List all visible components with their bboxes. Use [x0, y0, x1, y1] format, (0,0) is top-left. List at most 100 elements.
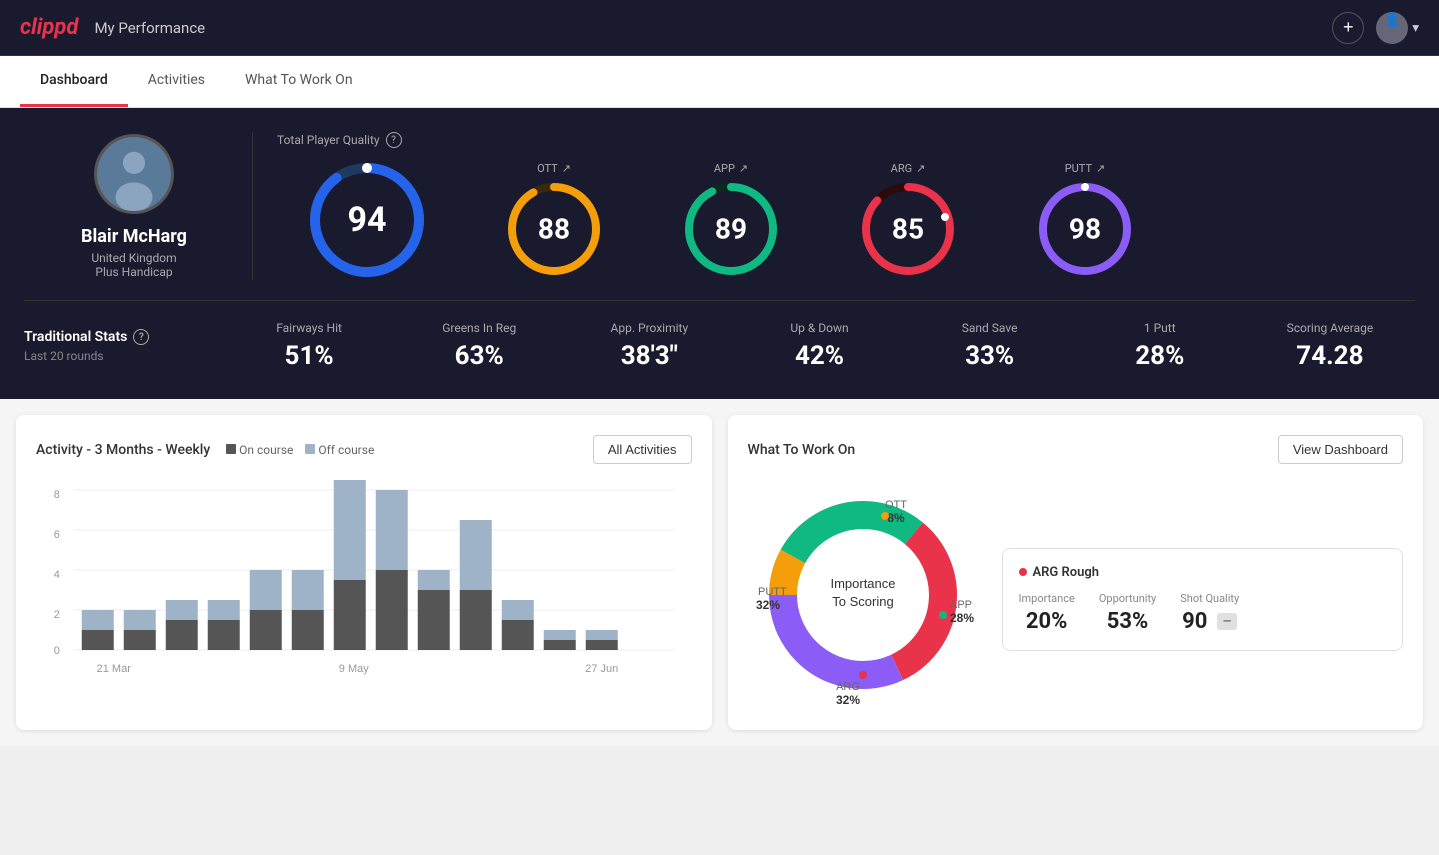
work-on-header: What To Work On View Dashboard — [748, 435, 1404, 464]
svg-text:21 Mar: 21 Mar — [97, 663, 132, 675]
stats-sub: Last 20 rounds — [24, 349, 224, 363]
player-country: United Kingdom — [91, 251, 176, 265]
putt-value: 98 — [1069, 212, 1101, 245]
svg-text:27 Jun: 27 Jun — [585, 663, 618, 675]
chart-area: 8 6 4 2 0 — [36, 480, 692, 680]
chart-legend: On course Off course — [226, 443, 374, 457]
svg-text:2: 2 — [54, 609, 60, 621]
svg-text:6: 6 — [54, 529, 60, 541]
stat-one-putt: 1 Putt 28% — [1075, 321, 1245, 371]
svg-text:9 May: 9 May — [339, 663, 369, 675]
stat-fairways: Fairways Hit 51% — [224, 321, 394, 371]
arg-circle: 85 — [858, 179, 958, 279]
svg-text:32%: 32% — [835, 693, 859, 707]
svg-text:PUTT: PUTT — [758, 586, 787, 598]
ott-score-item: OTT↗ 88 — [474, 162, 634, 279]
avatar — [94, 134, 174, 214]
stats-label: Traditional Stats ? — [24, 329, 224, 345]
svg-text:ARG: ARG — [836, 681, 860, 693]
work-on-content: Importance To Scoring OTT 8% APP 28% ARG… — [748, 480, 1404, 710]
svg-text:To Scoring: To Scoring — [832, 594, 893, 609]
metric-row: Importance 20% Opportunity 53% Shot Qual… — [1019, 592, 1387, 634]
work-on-title: What To Work On — [748, 442, 856, 458]
svg-text:0: 0 — [54, 645, 60, 657]
activity-chart-card: Activity - 3 Months - Weekly On course O… — [16, 415, 712, 730]
plus-icon: + — [1343, 17, 1354, 38]
putt-score-item: PUTT↗ 98 — [1005, 162, 1165, 279]
svg-text:8%: 8% — [887, 511, 905, 525]
svg-text:8: 8 — [54, 489, 60, 501]
hero-top: Blair McHarg United Kingdom Plus Handica… — [24, 132, 1415, 280]
on-course-dot — [226, 444, 236, 454]
player-handicap: Plus Handicap — [95, 265, 172, 279]
app-label: APP↗ — [714, 162, 748, 175]
scores-section: Total Player Quality ? 94 — [261, 132, 1415, 280]
total-quality-label: Total Player Quality ? — [277, 132, 1399, 148]
svg-text:OTT: OTT — [885, 499, 907, 511]
ott-circle: 88 — [504, 179, 604, 279]
stat-scoring: Scoring Average 74.28 — [1245, 321, 1415, 371]
bottom-section: Activity - 3 Months - Weekly On course O… — [0, 399, 1439, 746]
arg-score-item: ARG↗ 85 — [828, 162, 988, 279]
donut-chart: Importance To Scoring OTT 8% APP 28% ARG… — [748, 480, 978, 710]
header-left: clippd My Performance — [20, 15, 205, 40]
vertical-divider — [252, 132, 253, 280]
stat-greens: Greens In Reg 63% — [394, 321, 564, 371]
tab-what-to-work-on[interactable]: What To Work On — [225, 56, 373, 107]
total-quality-value: 94 — [347, 200, 386, 240]
header-title: My Performance — [94, 19, 205, 37]
ott-label: OTT↗ — [537, 162, 571, 175]
arg-label: ARG↗ — [891, 162, 926, 175]
avatar-button[interactable]: 👤 ▾ — [1376, 12, 1419, 44]
stat-sand: Sand Save 33% — [905, 321, 1075, 371]
total-quality-circle: 94 — [307, 160, 427, 280]
player-name: Blair McHarg — [81, 226, 187, 247]
work-on-card: What To Work On View Dashboard — [728, 415, 1424, 730]
header-right: + 👤 ▾ — [1332, 12, 1419, 44]
stats-label-group: Traditional Stats ? Last 20 rounds — [24, 329, 224, 363]
view-dashboard-button[interactable]: View Dashboard — [1278, 435, 1403, 464]
svg-text:32%: 32% — [756, 598, 780, 612]
metric-opportunity: Opportunity 53% — [1099, 592, 1156, 634]
help-icon[interactable]: ? — [133, 329, 149, 345]
player-info: Blair McHarg United Kingdom Plus Handica… — [24, 132, 244, 280]
svg-text:4: 4 — [54, 569, 60, 581]
off-course-dot — [305, 444, 315, 454]
shot-quality-badge: — — [1217, 613, 1237, 630]
arg-value: 85 — [892, 212, 924, 245]
svg-text:Importance: Importance — [830, 576, 895, 591]
app-value: 89 — [715, 212, 747, 245]
donut-svg: Importance To Scoring OTT 8% APP 28% ARG… — [748, 480, 978, 710]
metric-card-title: ARG Rough — [1019, 565, 1387, 580]
app-header: clippd My Performance + 👤 ▾ — [0, 0, 1439, 56]
stat-up-down: Up & Down 42% — [734, 321, 904, 371]
bar-chart: 8 6 4 2 0 — [36, 480, 692, 680]
chevron-down-icon: ▾ — [1412, 20, 1419, 36]
metric-dot — [1019, 568, 1027, 576]
legend-off-course: Off course — [305, 443, 374, 457]
tab-activities[interactable]: Activities — [128, 56, 225, 107]
app-score-item: APP↗ 89 — [651, 162, 811, 279]
stat-proximity: App. Proximity 38'3" — [564, 321, 734, 371]
chart-title: Activity - 3 Months - Weekly — [36, 442, 210, 458]
add-button[interactable]: + — [1332, 12, 1364, 44]
legend-on-course: On course — [226, 443, 293, 457]
tab-dashboard[interactable]: Dashboard — [20, 56, 128, 107]
chart-card-header: Activity - 3 Months - Weekly On course O… — [36, 435, 692, 464]
avatar: 👤 — [1376, 12, 1408, 44]
all-activities-button[interactable]: All Activities — [593, 435, 692, 464]
metric-section: ARG Rough Importance 20% Opportunity 53%… — [1002, 540, 1404, 651]
nav-tabs: Dashboard Activities What To Work On — [0, 56, 1439, 108]
svg-text:28%: 28% — [950, 611, 974, 625]
help-icon[interactable]: ? — [386, 132, 402, 148]
metric-shot-quality: Shot Quality 90 — — [1180, 592, 1239, 634]
svg-text:APP: APP — [950, 599, 972, 611]
metric-importance: Importance 20% — [1019, 592, 1075, 634]
putt-circle: 98 — [1035, 179, 1135, 279]
hero-section: Blair McHarg United Kingdom Plus Handica… — [0, 108, 1439, 399]
ott-value: 88 — [538, 212, 570, 245]
total-score-item: 94 — [277, 160, 457, 280]
score-circles: 94 OTT↗ 88 — [277, 160, 1399, 280]
metric-card: ARG Rough Importance 20% Opportunity 53%… — [1002, 548, 1404, 651]
putt-label: PUTT↗ — [1065, 162, 1106, 175]
